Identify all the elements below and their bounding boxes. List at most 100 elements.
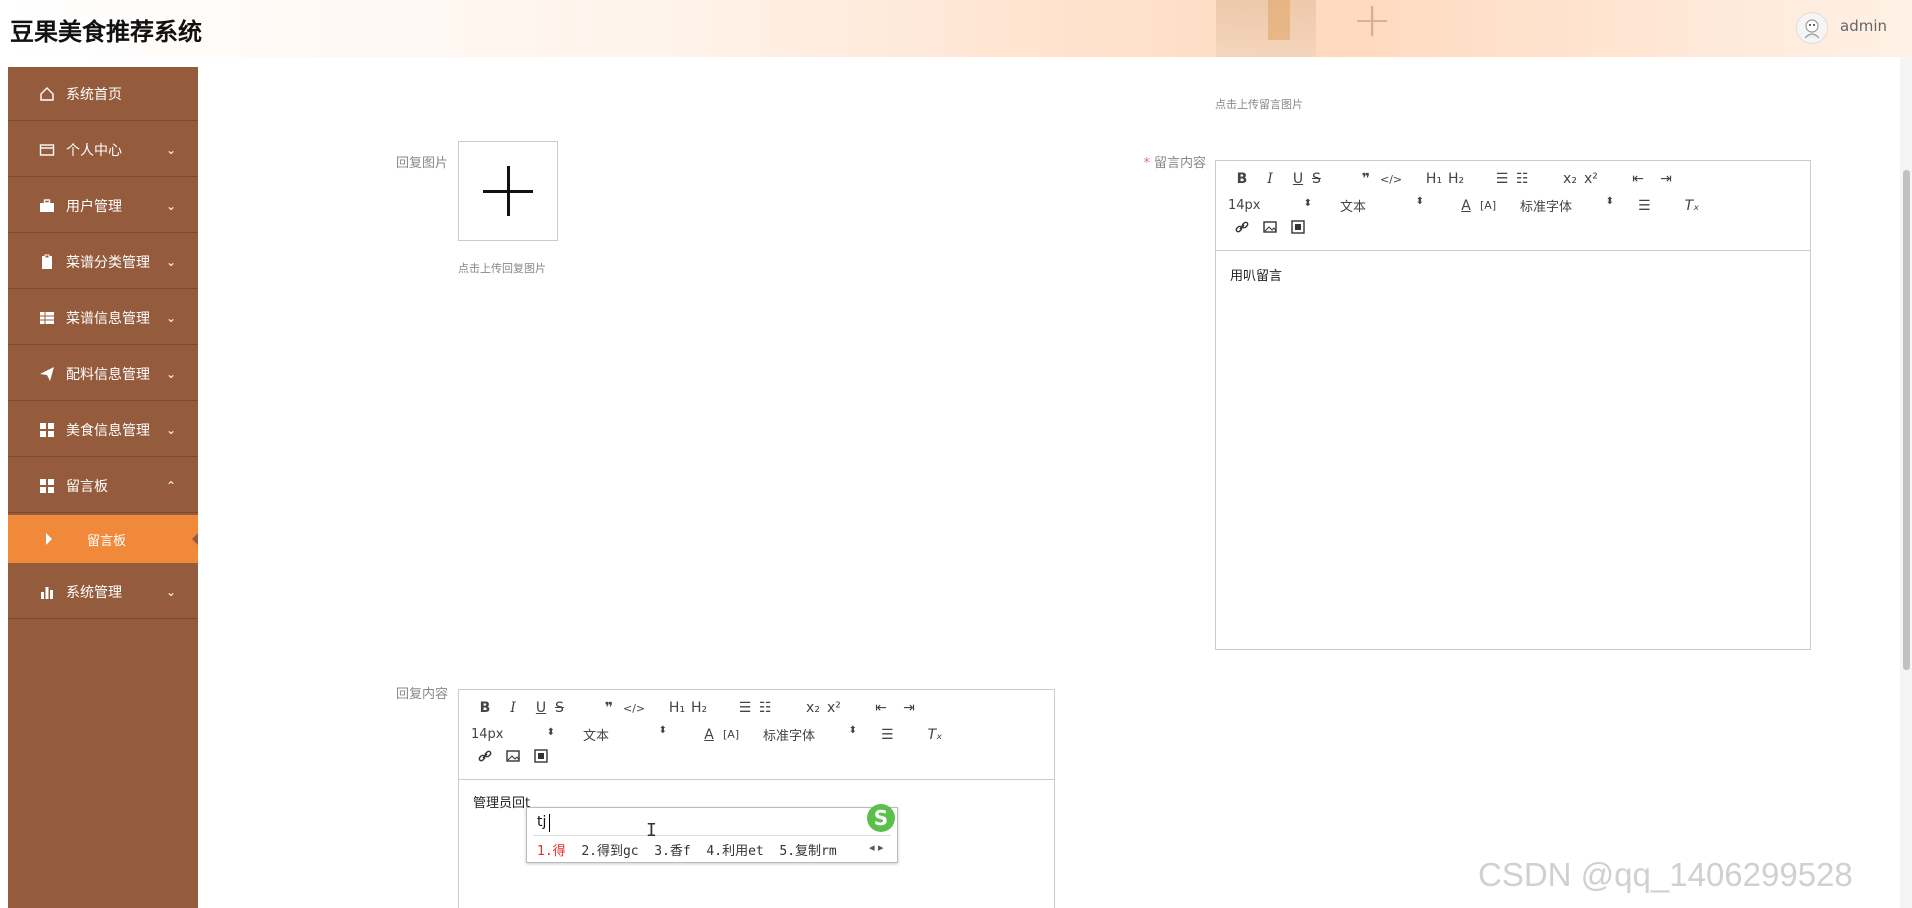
ime-candidate[interactable]: 1.得: [537, 844, 566, 859]
sidebar-item-personal-center[interactable]: 个人中心 ⌄: [8, 123, 198, 177]
sidebar-item-system-management[interactable]: 系统管理 ⌄: [8, 565, 198, 619]
sidebar-subitem-message-board[interactable]: 留言板: [8, 515, 198, 563]
header-decoration: [1216, 0, 1316, 57]
chevron-up-icon: ⌃: [165, 479, 176, 493]
sidebar-item-label: 留言板: [66, 478, 108, 495]
clear-format-icon[interactable]: Tₓ: [1678, 198, 1706, 214]
ime-composition-text: tj: [537, 814, 547, 830]
subscript-button[interactable]: x₂: [799, 700, 827, 716]
background-color-icon[interactable]: [A]: [1480, 199, 1520, 212]
blockquote-button[interactable]: ❞: [595, 700, 623, 716]
sidebar-item-ingredient-info[interactable]: 配料信息管理 ⌄: [8, 347, 198, 401]
ime-candidate[interactable]: 3.香f: [654, 844, 690, 859]
link-icon[interactable]: [1228, 220, 1256, 238]
clipboard-icon: [38, 253, 56, 271]
heading2-button[interactable]: H₂: [691, 700, 731, 716]
grid-icon: [38, 309, 56, 327]
block-type-value: 文本: [1340, 200, 1367, 215]
text-cursor-icon: I: [646, 820, 657, 841]
background-color-icon[interactable]: [A]: [723, 728, 763, 741]
bullet-list-button[interactable]: ☷: [1516, 171, 1556, 187]
heading1-button[interactable]: H₁: [663, 700, 691, 716]
toolbar-row-1: B I U S ❞ </> H₁ H₂ ☰ ☷ x₂ x² ⇤ ⇥: [1228, 171, 1680, 187]
text-color-icon[interactable]: A: [695, 727, 723, 743]
code-block-button[interactable]: </>: [1380, 173, 1420, 186]
heading1-button[interactable]: H₁: [1420, 171, 1448, 187]
sidebar-item-label: 系统首页: [66, 86, 122, 103]
plus-icon-vertical: [507, 166, 510, 216]
font-size-select[interactable]: 14px ⬍: [471, 727, 555, 742]
video-icon[interactable]: [1284, 220, 1312, 238]
subscript-button[interactable]: x₂: [1556, 171, 1584, 187]
briefcase-icon: [38, 197, 56, 215]
bullet-list-button[interactable]: ☷: [759, 700, 799, 716]
toolbar-row-2: 14px ⬍ 文本 ⬍ A [A] 标准字体 ⬍ ☰ Tₓ: [1228, 196, 1706, 215]
caret-right-icon: [46, 533, 52, 545]
image-icon[interactable]: [499, 750, 527, 766]
upload-message-image-hint[interactable]: 点击上传留言图片: [1215, 96, 1303, 112]
sidebar-item-message-board[interactable]: 留言板 ⌃: [8, 459, 198, 513]
ime-candidate[interactable]: 2.得到gc: [581, 844, 638, 859]
sidebar-item-label: 菜谱信息管理: [66, 310, 150, 327]
underline-button[interactable]: U: [1284, 171, 1312, 187]
reply-content-label: 回复内容: [395, 687, 448, 702]
sidebar-item-label: 用户管理: [66, 198, 122, 215]
strike-button[interactable]: S: [555, 700, 595, 716]
bold-button[interactable]: B: [1228, 171, 1256, 187]
block-type-select[interactable]: 文本 ⬍: [583, 725, 667, 744]
sidebar-item-user-management[interactable]: 用户管理 ⌄: [8, 179, 198, 233]
ime-candidate[interactable]: 5.复制rm: [779, 844, 836, 859]
indent-button[interactable]: ⇥: [895, 700, 923, 716]
sidebar-item-recipe-info[interactable]: 菜谱信息管理 ⌄: [8, 291, 198, 345]
upload-reply-image-hint[interactable]: 点击上传回复图片: [458, 260, 546, 276]
font-size-select[interactable]: 14px ⬍: [1228, 198, 1312, 213]
font-family-select[interactable]: 标准字体 ⬍: [763, 725, 857, 744]
italic-button[interactable]: I: [1256, 171, 1284, 187]
sidebar-item-home[interactable]: 系统首页: [8, 67, 198, 121]
italic-button[interactable]: I: [499, 700, 527, 716]
bold-button[interactable]: B: [471, 700, 499, 716]
editor-toolbar: B I U S ❞ </> H₁ H₂ ☰ ☷ x₂ x² ⇤ ⇥ 14px ⬍ …: [459, 690, 1054, 780]
clear-format-icon[interactable]: Tₓ: [921, 727, 949, 743]
apps-icon: [38, 421, 56, 439]
video-icon[interactable]: [527, 749, 555, 767]
text-color-icon[interactable]: A: [1452, 198, 1480, 214]
select-arrows-icon: ⬍: [1415, 196, 1424, 207]
toolbar-row-1: B I U S ❞ </> H₁ H₂ ☰ ☷ x₂ x² ⇤ ⇥: [471, 700, 923, 716]
align-left-icon[interactable]: ☰: [881, 727, 921, 743]
username-label[interactable]: admin: [1840, 17, 1887, 35]
outdent-button[interactable]: ⇤: [1624, 171, 1652, 187]
sidebar-item-recipe-category[interactable]: 菜谱分类管理 ⌄: [8, 235, 198, 289]
scrollbar-thumb[interactable]: [1903, 170, 1910, 670]
underline-button[interactable]: U: [527, 700, 555, 716]
toolbar-row-3: [1228, 220, 1312, 238]
link-icon[interactable]: [471, 749, 499, 767]
font-family-select[interactable]: 标准字体 ⬍: [1520, 196, 1614, 215]
block-type-value: 文本: [583, 729, 610, 744]
select-arrows-icon: ⬍: [1605, 196, 1614, 207]
heading2-button[interactable]: H₂: [1448, 171, 1488, 187]
sidebar-item-food-info[interactable]: 美食信息管理 ⌄: [8, 403, 198, 457]
avatar[interactable]: [1796, 12, 1828, 44]
reply-content-text[interactable]: 管理员回t: [473, 792, 530, 811]
ime-page-arrows-icon[interactable]: ◂ ▸: [869, 841, 884, 854]
code-block-button[interactable]: </>: [623, 702, 663, 715]
superscript-button[interactable]: x²: [1584, 171, 1624, 187]
image-icon[interactable]: [1256, 221, 1284, 237]
message-content-text[interactable]: 用叭留言: [1230, 265, 1282, 284]
indent-button[interactable]: ⇥: [1652, 171, 1680, 187]
reply-image-upload[interactable]: [458, 141, 558, 241]
superscript-button[interactable]: x²: [827, 700, 867, 716]
blockquote-button[interactable]: ❞: [1352, 171, 1380, 187]
ime-candidate[interactable]: 4.利用et: [706, 844, 763, 859]
align-left-icon[interactable]: ☰: [1638, 198, 1678, 214]
sidebar-item-label: 美食信息管理: [66, 422, 150, 439]
reply-content-editor[interactable]: B I U S ❞ </> H₁ H₂ ☰ ☷ x₂ x² ⇤ ⇥ 14px ⬍ …: [458, 689, 1055, 908]
ordered-list-button[interactable]: ☰: [731, 700, 759, 716]
ordered-list-button[interactable]: ☰: [1488, 171, 1516, 187]
chevron-down-icon: ⌄: [165, 199, 176, 213]
strike-button[interactable]: S: [1312, 171, 1352, 187]
message-content-editor[interactable]: B I U S ❞ </> H₁ H₂ ☰ ☷ x₂ x² ⇤ ⇥ 14px ⬍ …: [1215, 160, 1811, 650]
block-type-select[interactable]: 文本 ⬍: [1340, 196, 1424, 215]
outdent-button[interactable]: ⇤: [867, 700, 895, 716]
